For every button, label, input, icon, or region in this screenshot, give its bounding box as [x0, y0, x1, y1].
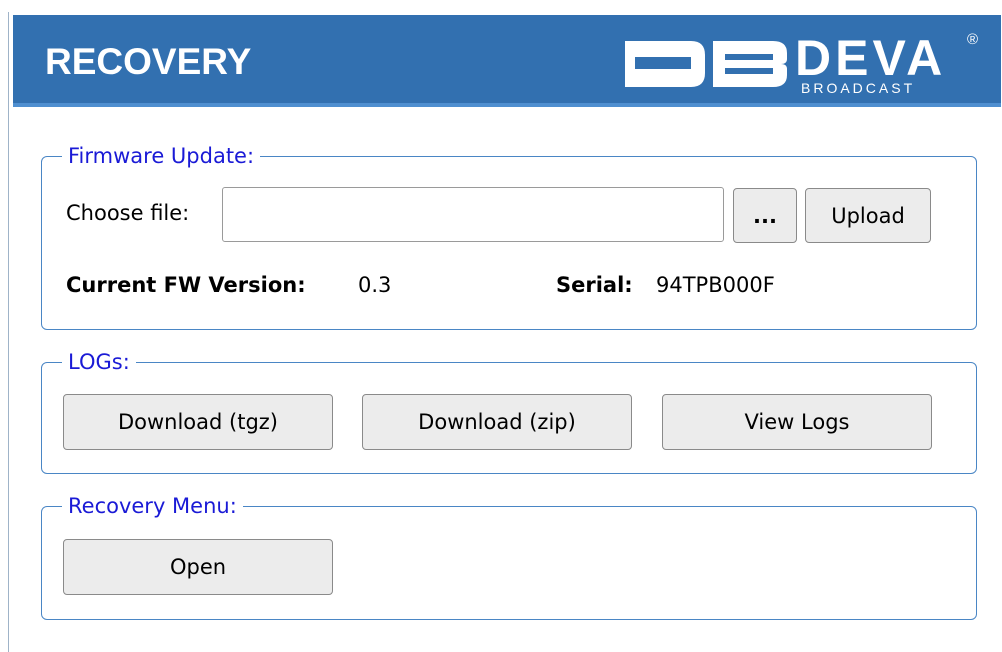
logs-legend: LOGs: — [62, 348, 136, 376]
choose-file-label: Choose file: — [66, 201, 190, 225]
serial-value: 94TPB000F — [656, 273, 775, 297]
logo-registered-mark: ® — [967, 31, 979, 48]
file-path-input[interactable] — [222, 187, 724, 242]
open-recovery-menu-button[interactable]: Open — [63, 539, 333, 595]
browse-file-button[interactable]: ... — [733, 188, 797, 243]
logo-name: DEVA — [795, 30, 947, 86]
serial-label: Serial: — [556, 273, 633, 297]
firmware-update-legend: Firmware Update: — [62, 142, 261, 170]
upload-button[interactable]: Upload — [805, 188, 931, 243]
download-zip-button[interactable]: Download (zip) — [362, 394, 632, 450]
fw-version-label: Current FW Version: — [66, 273, 306, 297]
recovery-menu-legend: Recovery Menu: — [62, 492, 243, 520]
fw-version-value: 0.3 — [358, 273, 392, 297]
logo-subtitle: BROADCAST — [801, 80, 916, 96]
firmware-update-group: Firmware Update: — [41, 142, 977, 330]
db-logo-mark-icon — [625, 41, 787, 87]
download-tgz-button[interactable]: Download (tgz) — [63, 394, 333, 450]
header-bar: RECOVERY DEVA ® BROADCAST — [13, 15, 1001, 107]
view-logs-button[interactable]: View Logs — [662, 394, 932, 450]
deva-broadcast-logo: DEVA ® BROADCAST — [621, 30, 991, 96]
page-title: RECOVERY — [45, 41, 252, 82]
